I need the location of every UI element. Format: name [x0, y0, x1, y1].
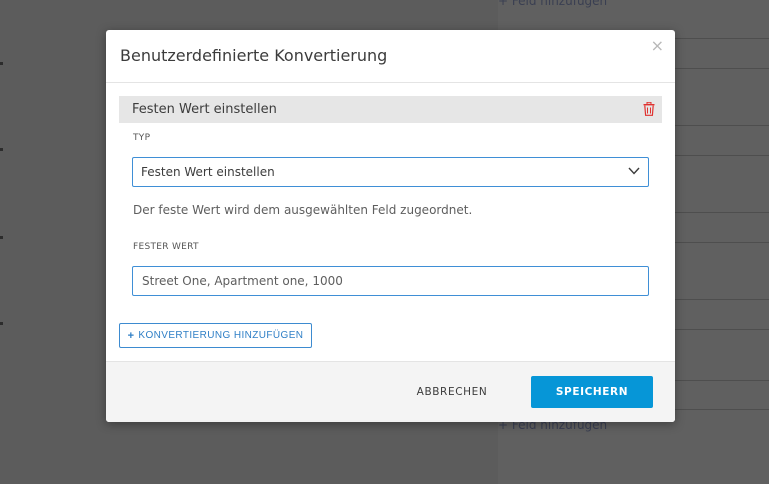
dialog-footer: ABBRECHEN SPEICHERN: [106, 361, 675, 422]
plus-icon: +: [127, 329, 135, 342]
background-marker: [0, 322, 3, 325]
cancel-button[interactable]: ABBRECHEN: [402, 376, 502, 408]
custom-conversion-dialog: Benutzerdefinierte Konvertierung × Feste…: [106, 30, 675, 422]
type-select-value: Festen Wert einstellen: [141, 165, 275, 179]
add-conversion-button[interactable]: + KONVERTIERUNG HINZUFÜGEN: [119, 323, 312, 348]
conversion-section-header: Festen Wert einstellen: [119, 96, 662, 123]
conversion-section-label: Festen Wert einstellen: [132, 102, 277, 117]
type-label: TYP: [133, 133, 151, 143]
header-divider: [106, 82, 675, 83]
fixed-value-label: FESTER WERT: [133, 242, 199, 252]
trash-icon[interactable]: [643, 102, 655, 116]
type-help-text: Der feste Wert wird dem ausgewählten Fel…: [133, 203, 473, 217]
close-icon[interactable]: ×: [651, 36, 664, 55]
fixed-value-input[interactable]: [132, 266, 649, 296]
background-marker: [0, 236, 3, 239]
add-conversion-label: KONVERTIERUNG HINZUFÜGEN: [138, 330, 304, 341]
save-button[interactable]: SPEICHERN: [531, 376, 653, 408]
background-add-field-link[interactable]: + Feld hinzufügen: [498, 0, 607, 8]
type-select[interactable]: Festen Wert einstellen: [132, 157, 649, 187]
background-marker: [0, 62, 3, 65]
background-marker: [0, 148, 3, 151]
chevron-down-icon: [628, 167, 640, 175]
dialog-title: Benutzerdefinierte Konvertierung: [120, 46, 388, 65]
